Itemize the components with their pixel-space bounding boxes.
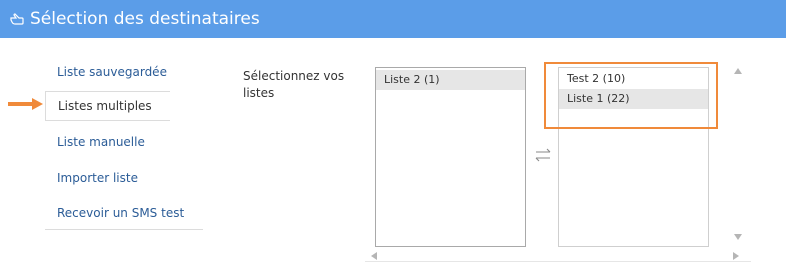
menu-item-liste-sauvegardee[interactable]: Liste sauvegardée	[45, 57, 203, 87]
available-lists-box[interactable]: Liste 2 (1)	[375, 67, 526, 247]
menu-item-label: Liste manuelle	[57, 135, 145, 149]
right-arrow-icon	[8, 98, 43, 110]
menu-item-label: Liste sauvegardée	[57, 65, 167, 79]
menu-item-liste-manuelle[interactable]: Liste manuelle	[45, 127, 203, 157]
menu-item-label: Recevoir un SMS test	[57, 206, 185, 220]
scroll-up-icon[interactable]	[734, 68, 742, 74]
horizontal-scrollbar[interactable]	[365, 248, 751, 262]
menu-item-label: Listes multiples	[58, 99, 152, 113]
menu-item-label: Importer liste	[57, 171, 138, 185]
scroll-down-icon[interactable]	[734, 234, 742, 240]
menu-item-listes-multiples[interactable]: Listes multiples	[45, 91, 170, 121]
header-bar: Sélection des destinataires	[0, 0, 786, 38]
scroll-right-icon[interactable]	[733, 252, 739, 260]
select-lists-label: Sélectionnez vos listes	[243, 69, 345, 100]
swap-arrows-icon[interactable]	[533, 147, 553, 163]
menu-item-recevoir-sms-test[interactable]: Recevoir un SMS test	[45, 198, 203, 228]
header-title: Sélection des destinataires	[30, 9, 260, 29]
scroll-left-icon[interactable]	[371, 252, 377, 260]
list-option[interactable]: Liste 1 (22)	[559, 89, 708, 109]
recipient-source-menu: Liste sauvegardée Listes multiples Liste…	[45, 57, 203, 230]
list-option[interactable]: Test 2 (10)	[559, 69, 708, 89]
lists-scroll-area: Liste 2 (1) Test 2 (10) Liste 1 (22)	[365, 57, 751, 262]
list-option[interactable]: Liste 2 (1)	[376, 70, 525, 90]
menu-item-importer-liste[interactable]: Importer liste	[45, 163, 203, 193]
pointing-hand-icon	[8, 10, 26, 28]
vertical-scrollbar[interactable]	[727, 57, 749, 245]
selected-lists-box[interactable]: Test 2 (10) Liste 1 (22)	[558, 67, 709, 247]
